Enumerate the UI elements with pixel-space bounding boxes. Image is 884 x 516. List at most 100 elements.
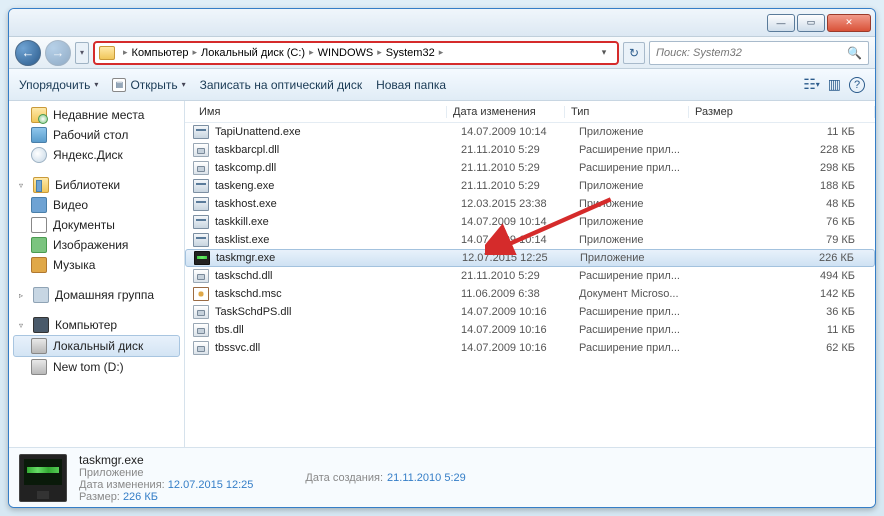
sidebar-group-homegroup[interactable]: ▹Домашняя группа xyxy=(9,285,184,305)
exe-icon xyxy=(193,125,209,139)
breadcrumb-sep[interactable]: ▸ xyxy=(305,47,318,58)
details-filetype: Приложение xyxy=(79,467,253,479)
picture-icon xyxy=(31,237,47,253)
breadcrumb-system32[interactable]: System32 xyxy=(386,47,435,59)
file-date: 21.11.2010 5:29 xyxy=(461,144,579,156)
sidebar-label: Музыка xyxy=(53,258,95,272)
address-bar[interactable]: ▸ Компьютер ▸ Локальный диск (C:) ▸ WIND… xyxy=(93,41,619,65)
file-date: 14.07.2009 10:14 xyxy=(461,126,579,138)
sidebar-item-video[interactable]: Видео xyxy=(9,195,184,215)
sidebar-group-computer[interactable]: ▿Компьютер xyxy=(9,315,184,335)
dll-icon xyxy=(193,269,209,283)
file-type: Расширение прил... xyxy=(579,342,703,354)
file-size: 76 КБ xyxy=(703,216,875,228)
navigation-pane[interactable]: Недавние места Рабочий стол Яндекс.Диск … xyxy=(9,101,185,447)
new-folder-button[interactable]: Новая папка xyxy=(376,78,446,92)
sidebar-label: Рабочий стол xyxy=(53,128,128,142)
explorer-window: — ▭ ✕ ← → ▾ ▸ Компьютер ▸ Локальный диск… xyxy=(8,8,876,508)
details-filename: taskmgr.exe xyxy=(79,453,253,467)
sidebar-group-libraries[interactable]: ▿Библиотеки xyxy=(9,175,184,195)
titlebar: — ▭ ✕ xyxy=(9,9,875,37)
exe-icon xyxy=(193,179,209,193)
file-thumbnail xyxy=(19,454,67,502)
file-row[interactable]: tasklist.exe14.07.2009 10:14Приложение79… xyxy=(185,231,875,249)
sidebar-item-local-disk[interactable]: Локальный диск xyxy=(13,335,180,357)
col-name[interactable]: Имя xyxy=(193,106,447,118)
column-headers[interactable]: Имя Дата изменения Тип Размер xyxy=(185,101,875,123)
organize-menu[interactable]: Упорядочить▾ xyxy=(19,78,98,92)
file-type: Расширение прил... xyxy=(579,144,703,156)
burn-button[interactable]: Записать на оптический диск xyxy=(200,78,363,92)
breadcrumb-sep[interactable]: ▸ xyxy=(119,47,132,58)
file-type: Документ Microso... xyxy=(579,288,703,300)
breadcrumb-windows[interactable]: WINDOWS xyxy=(318,47,374,59)
col-date[interactable]: Дата изменения xyxy=(447,106,565,118)
file-name: TaskSchdPS.dll xyxy=(215,306,461,318)
file-row[interactable]: TapiUnattend.exe14.07.2009 10:14Приложен… xyxy=(185,123,875,141)
file-size: 188 КБ xyxy=(703,180,875,192)
details-meta: Дата создания: 21.11.2010 5:29 xyxy=(305,472,465,484)
file-name: taskkill.exe xyxy=(215,216,461,228)
file-date: 21.11.2010 5:29 xyxy=(461,180,579,192)
sidebar-item-pictures[interactable]: Изображения xyxy=(9,235,184,255)
details-pane: taskmgr.exe Приложение Дата изменения: 1… xyxy=(9,447,875,507)
sidebar-item-yadisk[interactable]: Яндекс.Диск xyxy=(9,145,184,165)
breadcrumb-computer[interactable]: Компьютер xyxy=(132,47,189,59)
sidebar-item-desktop[interactable]: Рабочий стол xyxy=(9,125,184,145)
file-name: taskcomp.dll xyxy=(215,162,461,174)
help-button[interactable]: ? xyxy=(849,77,865,93)
file-type: Расширение прил... xyxy=(579,306,703,318)
file-row[interactable]: taskeng.exe21.11.2010 5:29Приложение188 … xyxy=(185,177,875,195)
breadcrumb-drive-c[interactable]: Локальный диск (C:) xyxy=(201,47,305,59)
view-menu[interactable]: ☷ ▾ xyxy=(803,76,820,93)
col-type[interactable]: Тип xyxy=(565,106,689,118)
breadcrumb-sep[interactable]: ▸ xyxy=(188,47,201,58)
file-size: 36 КБ xyxy=(703,306,875,318)
expand-icon[interactable]: ▹ xyxy=(19,291,27,300)
back-button[interactable]: ← xyxy=(15,40,41,66)
file-date: 14.07.2009 10:16 xyxy=(461,342,579,354)
expand-icon[interactable]: ▿ xyxy=(19,181,27,190)
file-row[interactable]: tbs.dll14.07.2009 10:16Расширение прил..… xyxy=(185,321,875,339)
sidebar-item-music[interactable]: Музыка xyxy=(9,255,184,275)
col-size[interactable]: Размер xyxy=(689,106,875,118)
forward-button[interactable]: → xyxy=(45,40,71,66)
file-date: 14.07.2009 10:16 xyxy=(461,306,579,318)
file-name: taskschd.dll xyxy=(215,270,461,282)
dll-icon xyxy=(193,143,209,157)
close-button[interactable]: ✕ xyxy=(827,14,871,32)
file-type: Расширение прил... xyxy=(579,162,703,174)
file-row[interactable]: taskkill.exe14.07.2009 10:14Приложение76… xyxy=(185,213,875,231)
refresh-button[interactable]: ↻ xyxy=(623,42,645,64)
sidebar-item-new-tom[interactable]: New tom (D:) xyxy=(9,357,184,377)
sidebar-item-documents[interactable]: Документы xyxy=(9,215,184,235)
minimize-button[interactable]: — xyxy=(767,14,795,32)
file-row[interactable]: taskbarcpl.dll21.11.2010 5:29Расширение … xyxy=(185,141,875,159)
file-row[interactable]: taskcomp.dll21.11.2010 5:29Расширение пр… xyxy=(185,159,875,177)
file-row-selected[interactable]: taskmgr.exe12.07.2015 12:25Приложение226… xyxy=(185,249,875,267)
file-date: 12.03.2015 23:38 xyxy=(461,198,579,210)
file-size: 62 КБ xyxy=(703,342,875,354)
file-row[interactable]: taskhost.exe12.03.2015 23:38Приложение48… xyxy=(185,195,875,213)
file-row[interactable]: tbssvc.dll14.07.2009 10:16Расширение при… xyxy=(185,339,875,357)
search-input[interactable] xyxy=(656,47,841,59)
burn-label: Записать на оптический диск xyxy=(200,78,363,92)
file-row[interactable]: taskschd.msc11.06.2009 6:38Документ Micr… xyxy=(185,285,875,303)
maximize-button[interactable]: ▭ xyxy=(797,14,825,32)
address-dropdown[interactable]: ▾ xyxy=(595,47,613,58)
preview-pane-button[interactable]: ▥ xyxy=(828,76,841,93)
file-size: 11 КБ xyxy=(703,324,875,336)
breadcrumb-sep[interactable]: ▸ xyxy=(373,47,386,58)
file-size: 142 КБ xyxy=(703,288,875,300)
open-button[interactable]: ▤Открыть▾ xyxy=(112,78,185,92)
breadcrumb-sep[interactable]: ▸ xyxy=(435,47,448,58)
file-list[interactable]: TapiUnattend.exe14.07.2009 10:14Приложен… xyxy=(185,123,875,447)
search-box[interactable]: 🔍 xyxy=(649,41,869,65)
history-dropdown[interactable]: ▾ xyxy=(75,42,89,64)
expand-icon[interactable]: ▿ xyxy=(19,321,27,330)
exe-icon xyxy=(193,215,209,229)
file-row[interactable]: TaskSchdPS.dll14.07.2009 10:16Расширение… xyxy=(185,303,875,321)
sidebar-item-recent[interactable]: Недавние места xyxy=(9,105,184,125)
file-row[interactable]: taskschd.dll21.11.2010 5:29Расширение пр… xyxy=(185,267,875,285)
file-date: 12.07.2015 12:25 xyxy=(462,252,580,264)
